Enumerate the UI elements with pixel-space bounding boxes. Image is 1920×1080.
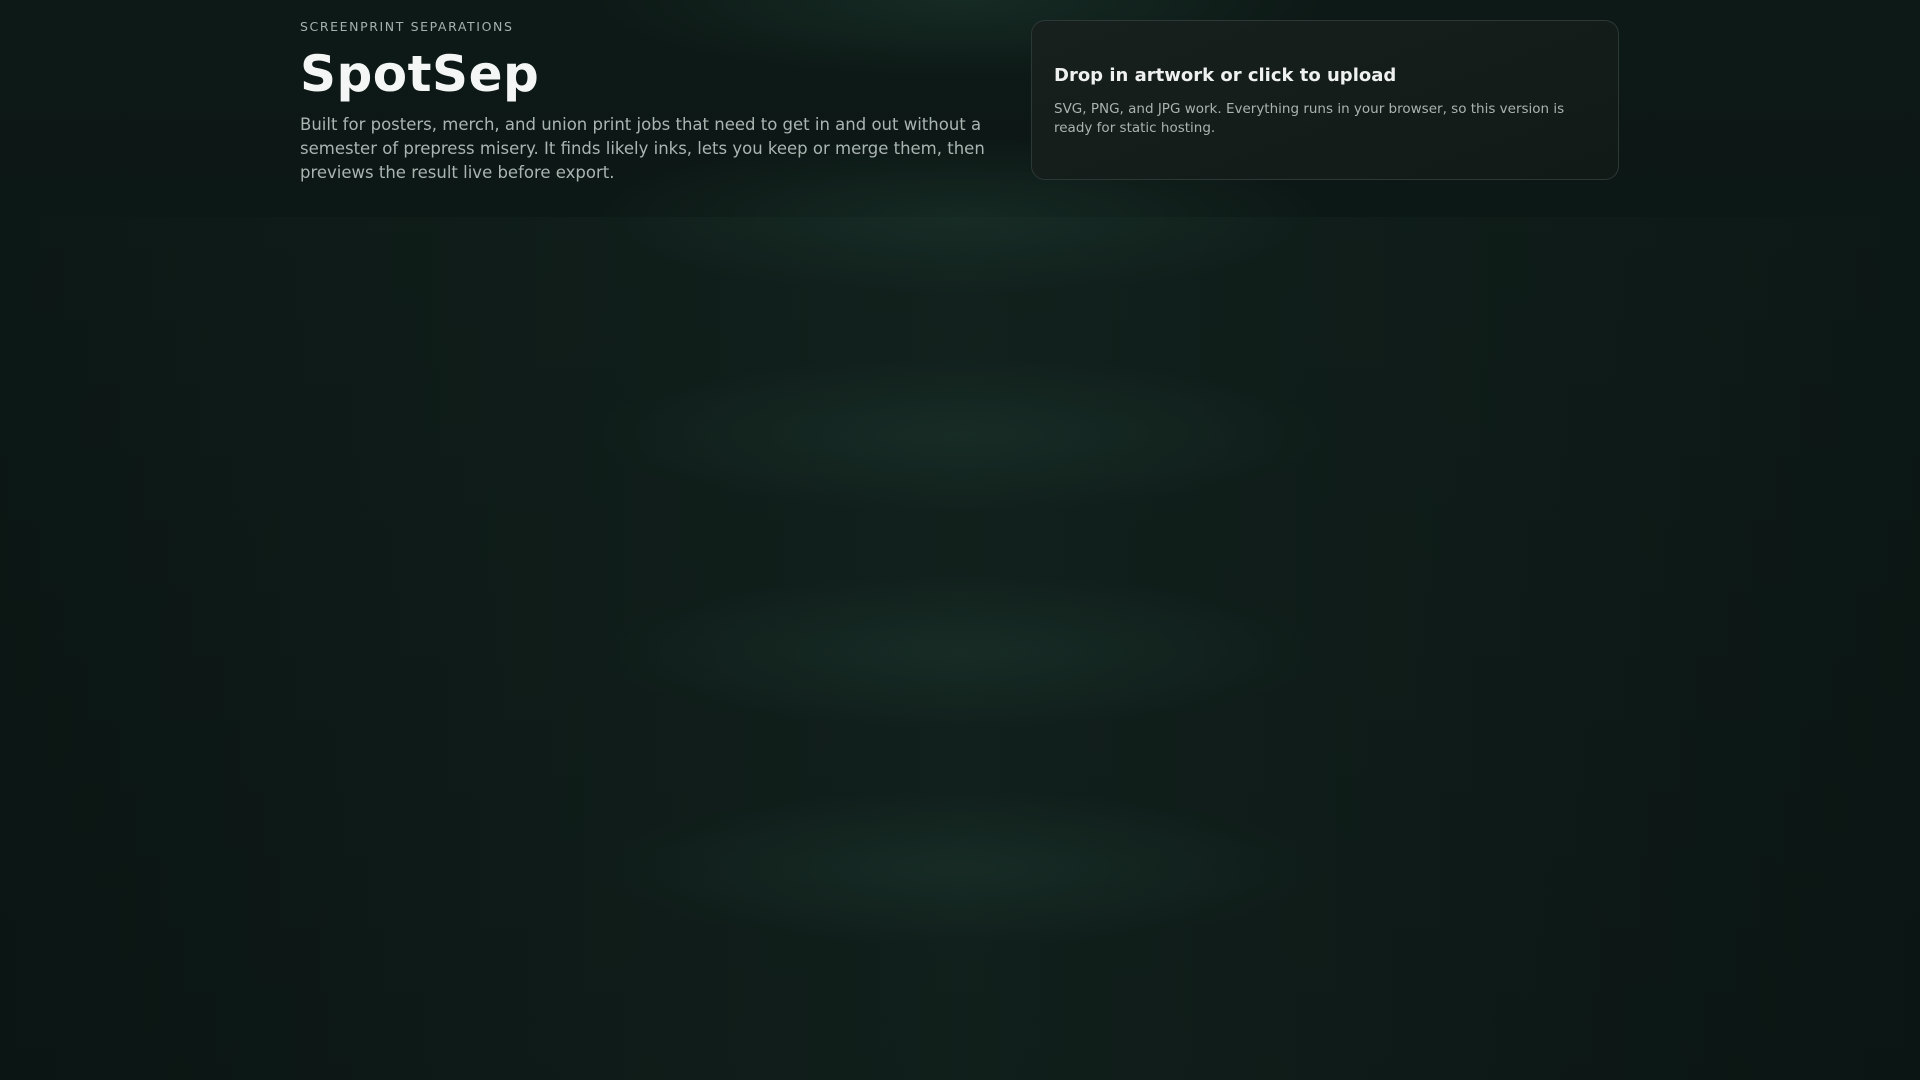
background-band (0, 217, 1920, 434)
page-header: SCREENPRINT SEPARATIONS SpotSep Built fo… (300, 18, 985, 185)
upload-description: SVG, PNG, and JPG work. Everything runs … (1054, 101, 1565, 136)
background-band (0, 868, 1920, 1080)
upload-dropzone[interactable]: Drop in artwork or click to upload SVG, … (1031, 20, 1619, 180)
eyebrow-label: SCREENPRINT SEPARATIONS (300, 19, 514, 34)
background-band (0, 434, 1920, 651)
upload-title: Drop in artwork or click to upload (1054, 65, 1397, 86)
background-band (0, 651, 1920, 868)
page-title: SpotSep (300, 45, 540, 103)
page-subtitle: Built for posters, merch, and union prin… (300, 115, 985, 182)
